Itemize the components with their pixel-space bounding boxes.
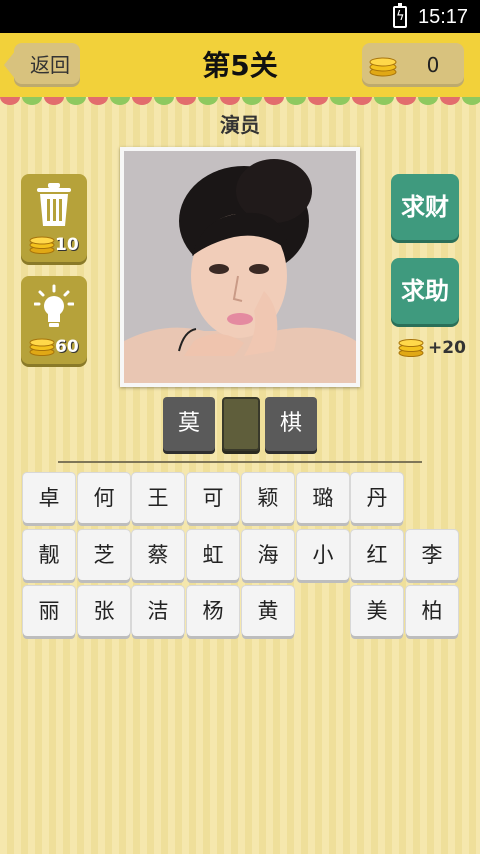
letter-tile[interactable]: 洁: [132, 586, 184, 636]
coin-count: 0: [426, 53, 440, 77]
reward-value: +20: [428, 338, 466, 358]
letter-tile[interactable]: 可: [187, 473, 239, 523]
answer-slot[interactable]: 莫: [163, 397, 215, 451]
ask-help-button[interactable]: 求助: [391, 258, 459, 324]
letter-tile[interactable]: 颖: [242, 473, 294, 523]
puzzle-photo: [120, 147, 360, 387]
letter-tile[interactable]: 美: [351, 586, 403, 636]
hint-cost: 60: [27, 336, 83, 358]
coins-icon: [398, 339, 424, 357]
coins-icon: [29, 236, 55, 254]
header-trim: [0, 97, 480, 105]
letter-tile[interactable]: 靓: [23, 530, 75, 580]
level-title: 第5关: [202, 49, 278, 82]
divider: [58, 461, 422, 463]
letter-tile[interactable]: 丹: [351, 473, 403, 523]
delete-letter-button[interactable]: 10: [21, 174, 87, 262]
letter-tile[interactable]: 芝: [78, 530, 130, 580]
status-bar: ϟ 15:17: [0, 0, 480, 33]
letter-tile[interactable]: 何: [78, 473, 130, 523]
trash-icon: [37, 183, 71, 226]
letter-tile[interactable]: 丽: [23, 586, 75, 636]
letter-tile[interactable]: 蔡: [132, 530, 184, 580]
coins-icon: [369, 57, 397, 77]
letter-tile[interactable]: 王: [132, 473, 184, 523]
letter-tile[interactable]: 张: [78, 586, 130, 636]
battery-charging-icon: ϟ: [393, 3, 407, 28]
category-label: 演员: [220, 113, 260, 137]
answer-slot-empty[interactable]: [222, 397, 260, 451]
letter-tile[interactable]: 黄: [242, 586, 294, 636]
coins-icon: [29, 338, 55, 356]
letter-tile[interactable]: 李: [406, 530, 458, 580]
letter-tile[interactable]: 海: [242, 530, 294, 580]
portrait-image: [124, 151, 356, 383]
help-reward: +20: [398, 336, 468, 360]
hint-cost-value: 60: [55, 337, 79, 357]
delete-cost: 10: [27, 234, 83, 256]
letter-tile[interactable]: 杨: [187, 586, 239, 636]
letter-tile[interactable]: 璐: [297, 473, 349, 523]
back-button[interactable]: 返回: [4, 43, 80, 87]
delete-cost-value: 10: [55, 235, 79, 255]
coin-balance: 0: [362, 43, 464, 87]
answer-slot[interactable]: 棋: [265, 397, 317, 451]
ask-coins-button[interactable]: 求财: [391, 174, 459, 240]
hint-button[interactable]: 60: [21, 276, 87, 364]
letter-tile[interactable]: 柏: [406, 586, 458, 636]
lightbulb-icon: [34, 284, 74, 327]
letter-tile[interactable]: 卓: [23, 473, 75, 523]
letter-tile[interactable]: 虹: [187, 530, 239, 580]
letter-tile[interactable]: 红: [351, 530, 403, 580]
status-time: 15:17: [418, 6, 469, 28]
letter-tile[interactable]: 小: [297, 530, 349, 580]
